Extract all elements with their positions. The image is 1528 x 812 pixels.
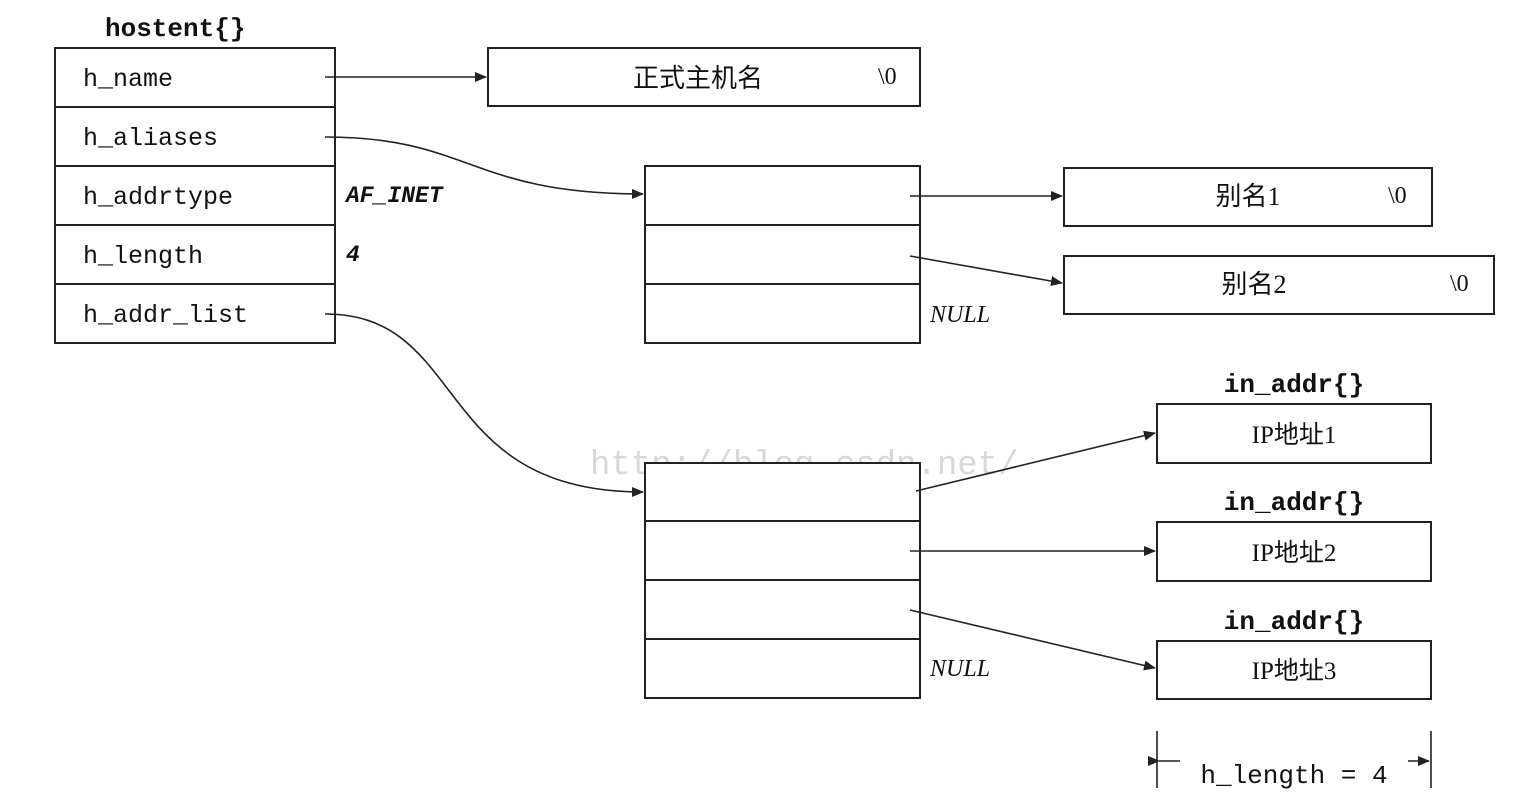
official-name-terminator: \0 [878,64,897,90]
alias-1-label: 别名1 [1215,182,1280,211]
addr-array-cell-1 [644,462,921,522]
aliases-null-label: NULL [929,302,990,328]
alias-2-label: 别名2 [1221,270,1286,299]
hostent-diagram: http://blog.csdn.net/ hostent{} h_name h… [54,14,1495,791]
field-h-addrtype: h_addrtype [83,183,233,212]
aliases-array-cell-2 [644,224,921,285]
field-h-length: h_length [83,242,203,271]
field-h-name: h_name [83,65,173,94]
alias-2-terminator: \0 [1450,271,1469,297]
aliases-array-cell-3 [644,283,921,344]
alias-1-terminator: \0 [1388,183,1407,209]
length-dimension: h_length = 4 [1148,731,1432,791]
addr-array-cell-2 [644,520,921,581]
arrow-alias-ptr-2 [909,255,1063,286]
addr-null-label: NULL [929,656,990,682]
length-value: 4 [346,242,360,268]
hostent-title: hostent{} [105,14,245,44]
in-addr-title-1: in_addr{} [1224,370,1364,400]
aliases-array-cell-1 [644,165,921,226]
official-name-label: 正式主机名 [633,64,763,93]
ip-address-1-label: IP地址1 [1252,421,1337,449]
aliases-array [644,165,921,344]
field-h-addr-list: h_addr_list [83,301,248,330]
dimension-label: h_length = 4 [1200,761,1387,791]
ip-address-3-label: IP地址3 [1252,657,1337,685]
addr-list-array [644,462,921,699]
field-h-aliases: h_aliases [83,124,218,153]
in-addr-title-2: in_addr{} [1224,488,1364,518]
addr-array-cell-4 [644,638,921,699]
hostent-struct: h_name h_aliases h_addrtype h_length h_a… [54,47,336,344]
in-addr-title-3: in_addr{} [1224,607,1364,637]
addrtype-value: AF_INET [344,183,444,209]
addr-array-cell-3 [644,579,921,640]
ip-address-2-label: IP地址2 [1252,539,1337,567]
